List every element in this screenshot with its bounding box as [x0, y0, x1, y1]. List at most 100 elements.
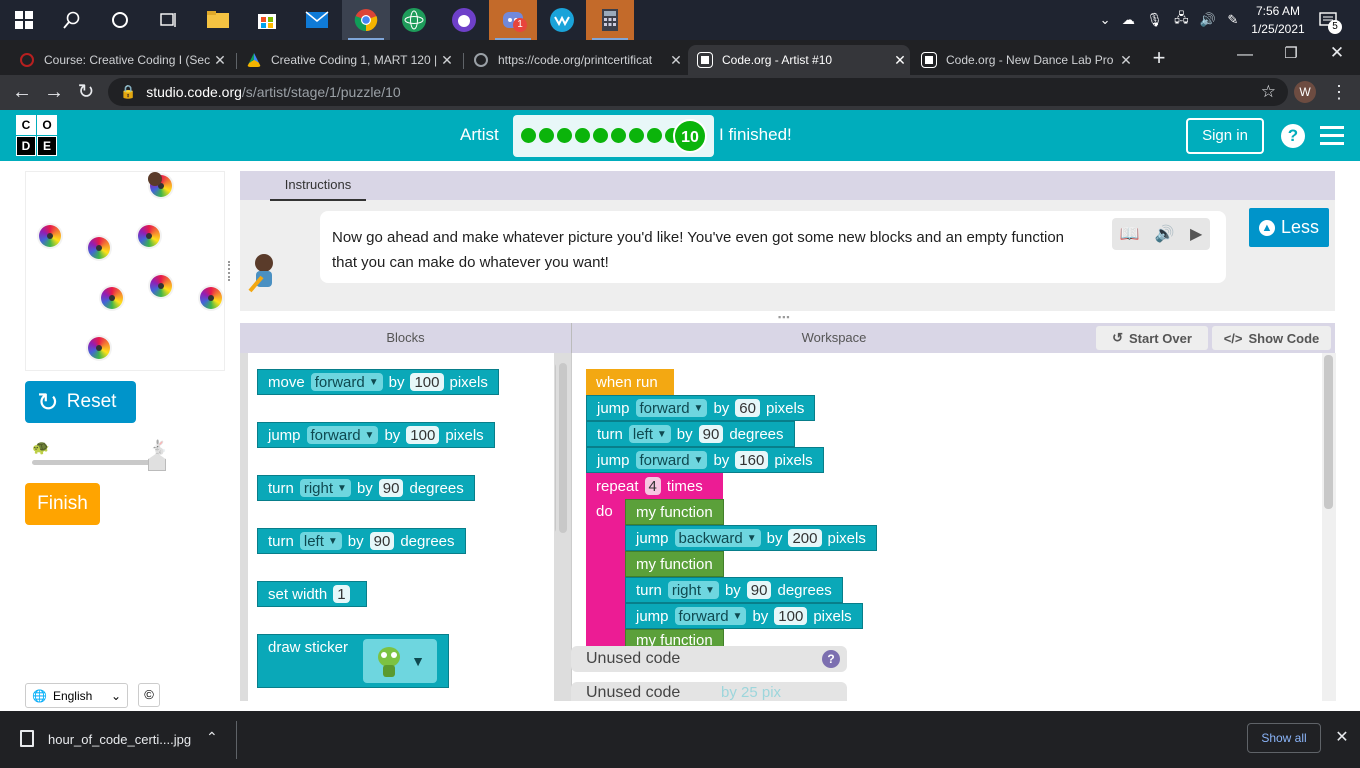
- unused-code-panel[interactable]: Unused code by 25 pix: [571, 682, 847, 701]
- tab-dance-lab[interactable]: Code.org - New Dance Lab Pro ✕: [912, 45, 1136, 75]
- level-dot[interactable]: [521, 128, 536, 143]
- chrome-icon[interactable]: [342, 0, 390, 40]
- repeat-count-field[interactable]: 4: [644, 477, 661, 495]
- number-field[interactable]: 100: [406, 426, 440, 444]
- direction-dropdown[interactable]: right ▼: [299, 479, 351, 497]
- chevron-up-icon[interactable]: ⌄: [1100, 12, 1111, 28]
- number-field[interactable]: 90: [698, 425, 724, 443]
- block-draw-sticker[interactable]: draw sticker ▼: [257, 634, 449, 688]
- finish-button[interactable]: Finish: [25, 483, 100, 525]
- block-move-forward[interactable]: move forward ▼ by 100 pixels: [257, 369, 499, 395]
- reload-icon[interactable]: ↻: [74, 80, 98, 104]
- play-icon[interactable]: ▶: [1190, 224, 1202, 244]
- level-dot[interactable]: [539, 128, 554, 143]
- workspace-scrollbar[interactable]: [1324, 355, 1333, 509]
- direction-dropdown[interactable]: forward ▼: [635, 399, 708, 417]
- task-view-icon[interactable]: [144, 0, 192, 40]
- block-jump-forward-100[interactable]: jump forward ▼ by 100 pixels: [625, 603, 863, 629]
- level-dots[interactable]: [521, 128, 683, 143]
- block-when-run[interactable]: when run: [586, 369, 674, 395]
- direction-dropdown[interactable]: backward ▼: [674, 529, 761, 547]
- help-icon[interactable]: ?: [822, 650, 840, 668]
- search-icon[interactable]: [48, 0, 96, 40]
- file-explorer-icon[interactable]: [194, 0, 242, 40]
- block-my-function[interactable]: my function: [625, 551, 724, 577]
- block-turn-left-90[interactable]: turn left ▼ by 90 degrees: [586, 421, 795, 447]
- block-turn-left[interactable]: turn left ▼ by 90 degrees: [257, 528, 466, 554]
- forward-icon[interactable]: →: [42, 80, 66, 104]
- mail-icon[interactable]: [293, 0, 341, 40]
- profile-avatar[interactable]: W: [1294, 81, 1316, 103]
- finished-link[interactable]: I finished!: [719, 125, 792, 145]
- cortana-icon[interactable]: [96, 0, 144, 40]
- number-field[interactable]: 60: [735, 399, 760, 417]
- speaker-icon[interactable]: 🔊: [1155, 224, 1175, 244]
- pen-icon[interactable]: ✎: [1227, 12, 1238, 28]
- direction-dropdown[interactable]: right ▼: [667, 581, 719, 599]
- discord-icon[interactable]: 1: [489, 0, 537, 40]
- number-field[interactable]: 100: [410, 373, 444, 391]
- show-all-button[interactable]: Show all: [1247, 723, 1321, 753]
- app-wave-icon[interactable]: [538, 0, 586, 40]
- sign-in-button[interactable]: Sign in: [1186, 118, 1264, 154]
- close-tab-icon[interactable]: ✕: [437, 52, 457, 69]
- close-tab-icon[interactable]: ✕: [666, 52, 686, 69]
- bookmark-star-icon[interactable]: ☆: [1261, 82, 1276, 102]
- sticker-dropdown[interactable]: ▼: [363, 639, 437, 683]
- close-tab-icon[interactable]: ✕: [210, 52, 230, 69]
- direction-dropdown[interactable]: forward ▼: [674, 607, 747, 625]
- less-button[interactable]: ▲ Less: [1249, 208, 1329, 247]
- network-icon[interactable]: 🖧: [1174, 9, 1189, 31]
- volume-icon[interactable]: 🔊: [1200, 12, 1216, 28]
- restore-window-button[interactable]: ❐: [1278, 44, 1304, 64]
- tab-creative-coding[interactable]: Creative Coding 1, MART 120 | ✕: [237, 45, 457, 75]
- new-tab-button[interactable]: +: [1146, 46, 1172, 72]
- close-downloads-icon[interactable]: ✕: [1332, 727, 1352, 747]
- block-jump-forward[interactable]: jump forward ▼ by 100 pixels: [257, 422, 495, 448]
- close-tab-icon[interactable]: ✕: [1116, 52, 1136, 69]
- reset-button[interactable]: ↻ Reset: [25, 381, 136, 423]
- windows-start-icon[interactable]: [0, 0, 48, 40]
- close-window-button[interactable]: ✕: [1324, 43, 1350, 63]
- direction-dropdown[interactable]: left ▼: [299, 532, 342, 550]
- chevron-up-icon[interactable]: ⌃: [206, 729, 218, 746]
- tab-artist-10[interactable]: Code.org - Artist #10 ✕: [688, 45, 910, 75]
- number-field[interactable]: 90: [746, 581, 772, 599]
- instructions-tab[interactable]: Instructions: [270, 177, 366, 201]
- microphone-icon[interactable]: 🎙: [1146, 12, 1163, 28]
- block-jump-forward-160[interactable]: jump forward ▼ by 160 pixels: [586, 447, 824, 473]
- download-item[interactable]: hour_of_code_certi....jpg ⌃: [0, 711, 236, 768]
- block-repeat[interactable]: repeat 4 times: [586, 473, 723, 499]
- block-my-function[interactable]: my function: [625, 499, 724, 525]
- block-jump-forward-60[interactable]: jump forward ▼ by 60 pixels: [586, 395, 816, 421]
- current-level-bubble[interactable]: 10: [673, 119, 707, 153]
- direction-dropdown[interactable]: forward ▼: [306, 426, 379, 444]
- github-desktop-icon[interactable]: [440, 0, 488, 40]
- start-over-button[interactable]: ↺ Start Over: [1096, 326, 1208, 350]
- level-dot[interactable]: [593, 128, 608, 143]
- block-jump-backward-200[interactable]: jump backward ▼ by 200 pixels: [625, 525, 877, 551]
- immersive-reader-icon[interactable]: 📖: [1120, 224, 1140, 244]
- browser-menu-icon[interactable]: ⋮: [1330, 79, 1348, 105]
- block-set-width[interactable]: set width 1: [257, 581, 367, 607]
- level-dot[interactable]: [575, 128, 590, 143]
- speed-slider[interactable]: 🐢 🐇: [32, 439, 172, 473]
- tab-course[interactable]: Course: Creative Coding I (Sect ✕: [10, 45, 230, 75]
- level-dot[interactable]: [611, 128, 626, 143]
- calculator-icon[interactable]: [586, 0, 634, 40]
- clock[interactable]: 7:56 AM 1/25/2021: [1246, 0, 1310, 40]
- direction-dropdown[interactable]: forward ▼: [635, 451, 708, 469]
- number-field[interactable]: 160: [735, 451, 769, 469]
- block-turn-right[interactable]: turn right ▼ by 90 degrees: [257, 475, 475, 501]
- direction-dropdown[interactable]: forward ▼: [310, 373, 383, 391]
- number-field[interactable]: 1: [333, 585, 350, 603]
- level-dot[interactable]: [647, 128, 662, 143]
- atom-app-icon[interactable]: [390, 0, 438, 40]
- copyright-button[interactable]: ©: [138, 683, 160, 707]
- number-field[interactable]: 200: [788, 529, 822, 547]
- number-field[interactable]: 100: [774, 607, 808, 625]
- help-icon[interactable]: ?: [1281, 124, 1305, 148]
- block-turn-right-90[interactable]: turn right ▼ by 90 degrees: [625, 577, 843, 603]
- unused-code-panel[interactable]: Unused code ?: [571, 646, 847, 672]
- language-select[interactable]: 🌐 English ⌄: [25, 683, 128, 708]
